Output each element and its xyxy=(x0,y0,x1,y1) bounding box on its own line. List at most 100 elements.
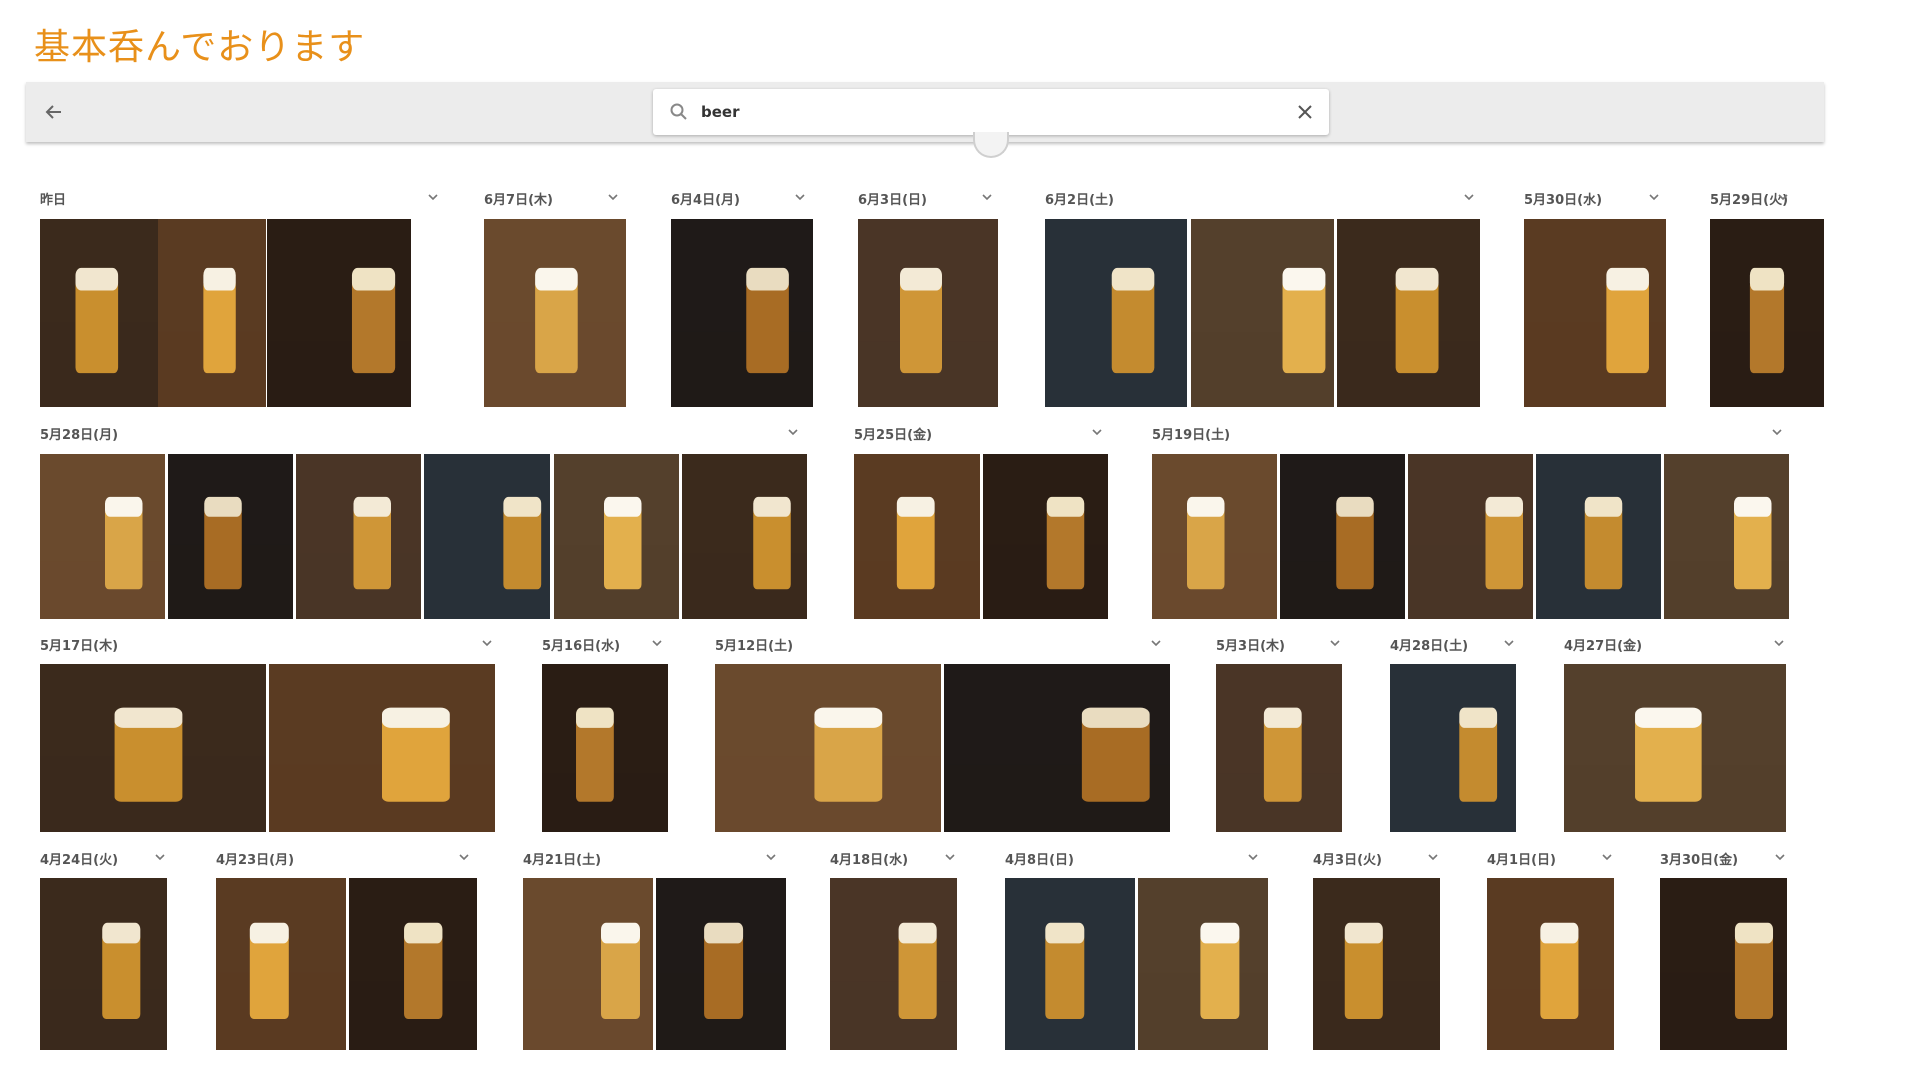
photo-thumbnail[interactable] xyxy=(554,454,679,619)
beer-photo-image xyxy=(1664,454,1789,619)
page-title: 基本呑んでおります xyxy=(34,27,366,68)
beer-photo-image xyxy=(682,454,807,619)
date-group-header: 5月12日(土) xyxy=(715,633,1163,655)
chevron-down-icon[interactable] xyxy=(1426,850,1440,864)
chevron-down-icon[interactable] xyxy=(764,850,778,864)
group-date-label: 5月17日(木) xyxy=(40,639,119,654)
date-group-header: 4月28日(土) xyxy=(1390,633,1516,655)
chevron-down-icon[interactable] xyxy=(457,850,471,864)
search-input[interactable] xyxy=(701,98,1261,126)
group-date-label: 4月24日(火) xyxy=(40,853,119,868)
date-group-header: 5月25日(金) xyxy=(854,422,1104,444)
chevron-down-icon[interactable] xyxy=(1600,850,1614,864)
photo-thumbnail[interactable] xyxy=(40,664,266,832)
beer-photo-image xyxy=(40,878,167,1050)
photo-thumbnail[interactable] xyxy=(1152,454,1277,619)
photo-thumbnail[interactable] xyxy=(1216,664,1342,832)
photo-thumbnail[interactable] xyxy=(1564,664,1786,832)
beer-photo-image xyxy=(40,454,165,619)
photo-thumbnail[interactable] xyxy=(424,454,550,619)
photo-thumbnail[interactable] xyxy=(715,664,941,832)
chevron-down-icon[interactable] xyxy=(1770,425,1784,439)
photo-thumbnail[interactable] xyxy=(682,454,807,619)
clear-search-button[interactable] xyxy=(1291,98,1319,126)
beer-photo-image xyxy=(216,878,346,1050)
pull-handle[interactable] xyxy=(973,132,1009,158)
beer-photo-image xyxy=(424,454,550,619)
photo-thumbnail[interactable] xyxy=(1280,454,1405,619)
chevron-down-icon[interactable] xyxy=(153,850,167,864)
chevron-down-icon[interactable] xyxy=(1773,850,1787,864)
chevron-down-icon[interactable] xyxy=(1462,190,1476,204)
chevron-down-icon[interactable] xyxy=(1246,850,1260,864)
photo-thumbnail[interactable] xyxy=(168,454,293,619)
photo-thumbnail[interactable] xyxy=(1524,219,1666,407)
photo-thumbnail[interactable] xyxy=(1390,664,1516,832)
group-date-label: 6月3日(日) xyxy=(858,193,927,208)
beer-photo-image xyxy=(269,664,495,832)
chevron-down-icon[interactable] xyxy=(1776,190,1790,204)
beer-photo-image xyxy=(1191,219,1334,407)
chevron-down-icon[interactable] xyxy=(1647,190,1661,204)
beer-photo-image xyxy=(1280,454,1405,619)
photo-thumbnail[interactable] xyxy=(983,454,1108,619)
photo-thumbnail[interactable] xyxy=(523,878,653,1050)
chevron-down-icon[interactable] xyxy=(786,425,800,439)
photo-thumbnail[interactable] xyxy=(1487,878,1614,1050)
beer-photo-image xyxy=(1536,454,1661,619)
photo-thumbnail[interactable] xyxy=(854,454,980,619)
chevron-down-icon[interactable] xyxy=(1149,636,1163,650)
chevron-down-icon[interactable] xyxy=(480,636,494,650)
chevron-down-icon[interactable] xyxy=(1328,636,1342,650)
photo-thumbnail[interactable] xyxy=(267,219,411,407)
photo-thumbnail[interactable] xyxy=(1313,878,1440,1050)
date-group-header: 5月16日(水) xyxy=(542,633,664,655)
chevron-down-icon[interactable] xyxy=(943,850,957,864)
photo-thumbnail[interactable] xyxy=(1536,454,1661,619)
photo-thumbnail[interactable] xyxy=(858,219,998,407)
photo-thumbnail[interactable] xyxy=(40,454,165,619)
date-group-header: 6月7日(木) xyxy=(484,187,620,209)
date-group-header: 4月23日(月) xyxy=(216,847,471,869)
beer-photo-image xyxy=(1005,878,1135,1050)
chevron-down-icon[interactable] xyxy=(793,190,807,204)
beer-photo-image xyxy=(523,878,653,1050)
photo-thumbnail[interactable] xyxy=(1408,454,1533,619)
photo-thumbnail[interactable] xyxy=(656,878,786,1050)
photo-thumbnail[interactable] xyxy=(216,878,346,1050)
photo-thumbnail[interactable] xyxy=(944,664,1170,832)
date-group-header: 4月27日(金) xyxy=(1564,633,1786,655)
photo-thumbnail[interactable] xyxy=(1664,454,1789,619)
photo-thumbnail[interactable] xyxy=(1337,219,1480,407)
beer-photo-image xyxy=(554,454,679,619)
photo-thumbnail[interactable] xyxy=(830,878,957,1050)
photo-thumbnail[interactable] xyxy=(1660,878,1787,1050)
photo-thumbnail[interactable] xyxy=(296,454,421,619)
chevron-down-icon[interactable] xyxy=(650,636,664,650)
chevron-down-icon[interactable] xyxy=(1090,425,1104,439)
photo-thumbnail[interactable] xyxy=(158,219,266,407)
chevron-down-icon[interactable] xyxy=(426,190,440,204)
date-group-header: 4月8日(日) xyxy=(1005,847,1260,869)
chevron-down-icon[interactable] xyxy=(980,190,994,204)
photo-thumbnail[interactable] xyxy=(1710,219,1824,407)
photo-thumbnail[interactable] xyxy=(1138,878,1268,1050)
photo-thumbnail[interactable] xyxy=(671,219,813,407)
photo-thumbnail[interactable] xyxy=(1045,219,1187,407)
photo-thumbnail[interactable] xyxy=(484,219,626,407)
group-date-label: 4月23日(月) xyxy=(216,853,295,868)
photo-thumbnail[interactable] xyxy=(40,878,167,1050)
group-date-label: 5月25日(金) xyxy=(854,428,933,443)
chevron-down-icon[interactable] xyxy=(606,190,620,204)
photo-thumbnail[interactable] xyxy=(349,878,477,1050)
photo-thumbnail[interactable] xyxy=(269,664,495,832)
photo-thumbnail[interactable] xyxy=(542,664,668,832)
chevron-down-icon[interactable] xyxy=(1772,636,1786,650)
date-group-header: 5月30日(水) xyxy=(1524,187,1661,209)
beer-photo-image xyxy=(715,664,941,832)
photo-thumbnail[interactable] xyxy=(1191,219,1334,407)
beer-photo-image xyxy=(944,664,1170,832)
chevron-down-icon[interactable] xyxy=(1502,636,1516,650)
photo-thumbnail[interactable] xyxy=(1005,878,1135,1050)
back-button[interactable] xyxy=(38,96,70,128)
